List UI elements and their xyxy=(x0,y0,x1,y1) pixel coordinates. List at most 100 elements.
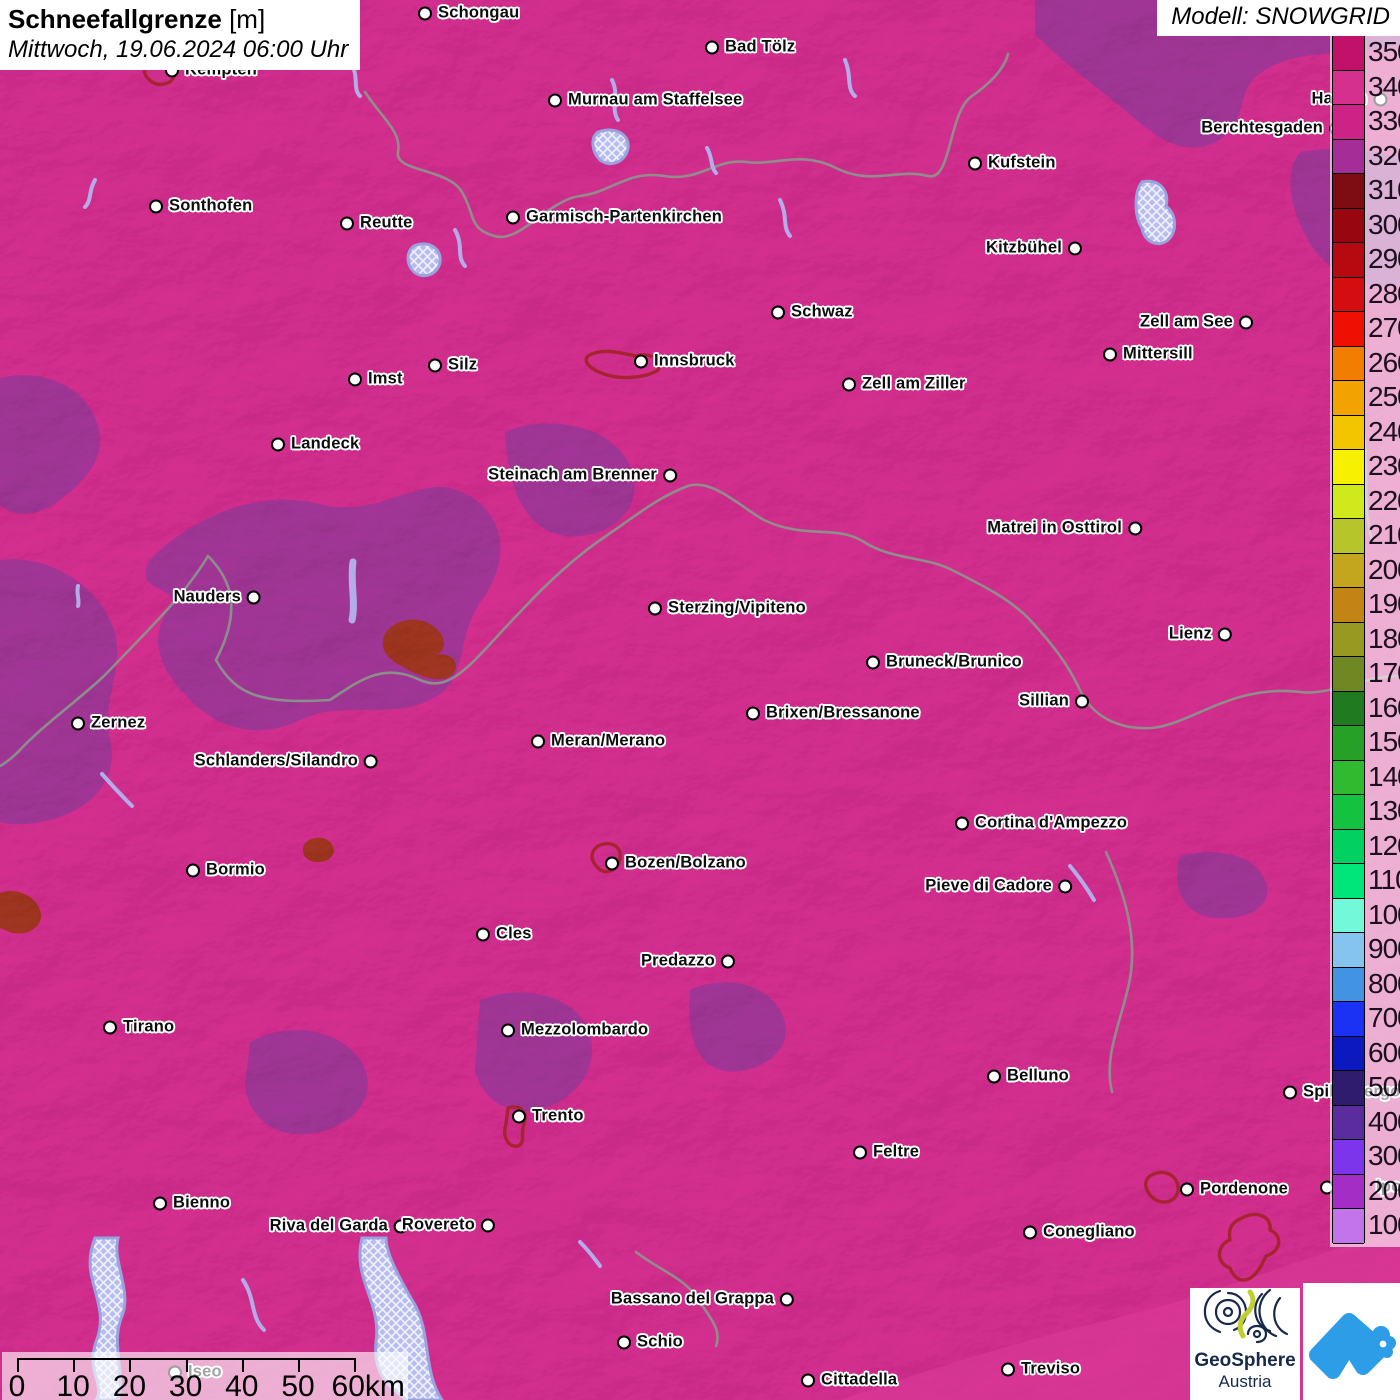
city-label: Schio xyxy=(637,1332,683,1351)
city-imst: Imst xyxy=(348,370,403,389)
scalebar-label-0: 0 xyxy=(8,1370,26,1400)
city-nauders: Nauders xyxy=(174,588,261,607)
legend-color-1400 xyxy=(1333,760,1364,795)
legend-color-3100 xyxy=(1333,174,1364,209)
legend-color-1100 xyxy=(1333,864,1364,899)
city-marker xyxy=(103,1020,117,1034)
city-marker xyxy=(853,1145,867,1159)
city-marker xyxy=(1283,1085,1297,1099)
weather-map-stage: SchongauBad TölzKemptenMurnau am Staffel… xyxy=(0,0,1400,1400)
scalebar-label-20: 20 xyxy=(112,1370,147,1400)
city-innsbruck: Innsbruck xyxy=(634,352,735,371)
legend-value-1300: 1300 xyxy=(1368,795,1400,826)
city-marker xyxy=(1075,694,1089,708)
legend-value-100: 100 xyxy=(1368,1209,1400,1240)
city-rovereto: Rovereto xyxy=(402,1216,495,1235)
city-silz: Silz xyxy=(428,356,477,375)
city-marker xyxy=(780,1292,794,1306)
city-marker xyxy=(548,93,562,107)
city-marker xyxy=(512,1109,526,1123)
city-sillian: Sillian xyxy=(1019,692,1089,711)
legend-color-1300 xyxy=(1333,795,1364,830)
city-label: Riva del Garda xyxy=(269,1216,388,1235)
city-tirano: Tirano xyxy=(103,1018,174,1037)
city-label: Bormio xyxy=(206,860,265,879)
city-kufstein: Kufstein xyxy=(968,154,1056,173)
legend-value-700: 700 xyxy=(1368,1002,1400,1033)
legend-color-3000 xyxy=(1333,208,1364,243)
city-zernez: Zernez xyxy=(71,714,145,733)
legend-color-2000 xyxy=(1333,553,1364,588)
legend-value-3000: 3000 xyxy=(1368,208,1400,240)
legend-color-500 xyxy=(1333,1071,1364,1106)
partner-logo-box xyxy=(1303,1283,1400,1400)
legend-color-1000 xyxy=(1333,898,1364,933)
city-cortina-d-ampezzo: Cortina d'Ampezzo xyxy=(955,814,1127,833)
scalebar-label-40: 40 xyxy=(225,1370,259,1400)
geosphere-logo-box: GeoSphere Austria xyxy=(1190,1288,1300,1400)
city-label: Lienz xyxy=(1168,624,1212,643)
city-lienz: Lienz xyxy=(1169,625,1232,644)
city-marker xyxy=(506,210,520,224)
city-label: Kitzbühel xyxy=(985,238,1062,257)
city-treviso: Treviso xyxy=(1001,1360,1080,1379)
city-marker xyxy=(746,706,760,720)
city-marker xyxy=(348,372,362,386)
city-label: Cortina d'Ampezzo xyxy=(975,813,1128,832)
legend-color-2900 xyxy=(1333,243,1364,278)
legend-color-800 xyxy=(1333,967,1364,1002)
geosphere-name: GeoSphere xyxy=(1194,1350,1296,1371)
city-marker xyxy=(955,816,969,830)
city-riva-del-garda: Riva del Garda xyxy=(270,1217,408,1236)
legend-value-2800: 2800 xyxy=(1368,277,1400,309)
city-marker xyxy=(1128,521,1142,535)
legend-value-500: 500 xyxy=(1368,1071,1400,1102)
legend-color-2100 xyxy=(1333,519,1364,554)
city-marker xyxy=(1103,347,1117,361)
legend-value-200: 200 xyxy=(1368,1174,1400,1206)
city-marker xyxy=(705,40,719,54)
city-sterzing-vipiteno: Sterzing/Vipiteno xyxy=(648,599,806,618)
city-label: Sterzing/Vipiteno xyxy=(668,598,806,617)
legend-value-1100: 1100 xyxy=(1368,864,1400,895)
city-marker xyxy=(418,6,432,20)
legend-color-700 xyxy=(1333,1002,1364,1037)
legend-value-3100: 3100 xyxy=(1368,174,1400,205)
city-label: Kufstein xyxy=(988,153,1056,172)
legend-color-200 xyxy=(1333,1174,1364,1209)
city-label: Feltre xyxy=(873,1142,920,1161)
city-label: Mezzolombardo xyxy=(521,1020,649,1039)
city-bruneck-brunico: Bruneck/Brunico xyxy=(866,653,1022,672)
legend-value-1000: 1000 xyxy=(1368,898,1400,930)
legend-value-900: 900 xyxy=(1368,933,1400,964)
legend-color-2600 xyxy=(1333,346,1364,381)
legend-value-300: 300 xyxy=(1368,1140,1400,1171)
legend-value-1400: 1400 xyxy=(1368,760,1400,792)
city-marker xyxy=(1023,1225,1037,1239)
legend-value-2300: 2300 xyxy=(1368,450,1400,481)
scalebar-label-50: 50 xyxy=(281,1370,315,1400)
map-title-unit: [m] xyxy=(221,4,266,34)
city-label: Bruneck/Brunico xyxy=(886,652,1022,671)
city-label: Berchtesgaden xyxy=(1201,118,1323,137)
city-marker xyxy=(721,954,735,968)
city-label: Bozen/Bolzano xyxy=(625,853,746,872)
city-marker xyxy=(866,655,880,669)
city-marker xyxy=(153,1196,167,1210)
city-marker xyxy=(1239,315,1253,329)
city-label: Landeck xyxy=(291,434,360,453)
city-label: Cles xyxy=(496,924,532,943)
legend-color-1900 xyxy=(1333,588,1364,623)
legend-color-2500 xyxy=(1333,381,1364,416)
city-label: Murnau am Staffelsee xyxy=(568,90,743,109)
city-label: Zell am See xyxy=(1140,312,1233,331)
city-marker xyxy=(1180,1182,1194,1196)
city-label: Treviso xyxy=(1021,1359,1081,1378)
legend-color-2400 xyxy=(1333,415,1364,450)
city-marker xyxy=(801,1373,815,1387)
city-label: Tirano xyxy=(123,1017,175,1036)
city-murnau-am-staffelsee: Murnau am Staffelsee xyxy=(548,91,743,110)
city-label: Matrei in Osttirol xyxy=(987,518,1122,537)
city-trento: Trento xyxy=(512,1107,584,1126)
city-bad-tölz: Bad Tölz xyxy=(705,38,795,57)
